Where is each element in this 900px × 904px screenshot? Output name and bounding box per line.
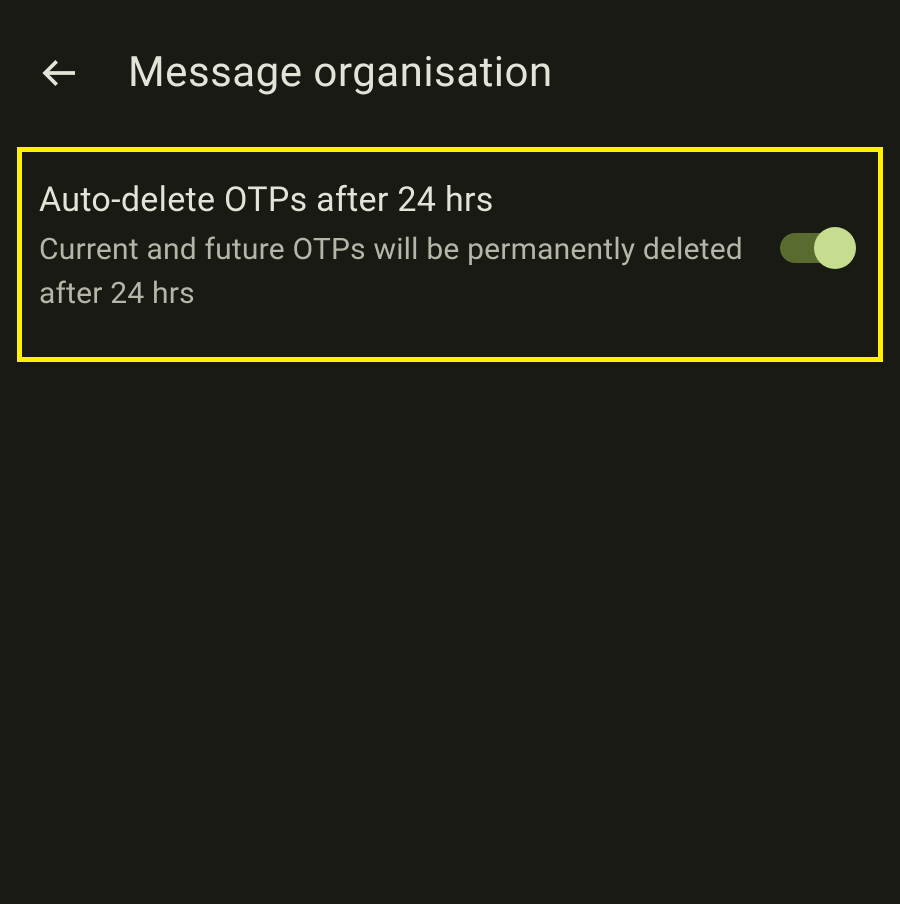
- setting-text: Auto-delete OTPs after 24 hrs Current an…: [39, 180, 780, 315]
- setting-description: Current and future OTPs will be permanen…: [39, 228, 760, 315]
- back-arrow-icon: [40, 53, 80, 93]
- setting-title: Auto-delete OTPs after 24 hrs: [39, 180, 760, 220]
- toggle-thumb: [814, 227, 856, 269]
- toggle-auto-delete-otp[interactable]: [780, 232, 852, 264]
- back-button[interactable]: [40, 53, 80, 93]
- page-title: Message organisation: [128, 48, 553, 97]
- setting-auto-delete-otp[interactable]: Auto-delete OTPs after 24 hrs Current an…: [17, 147, 883, 362]
- header: Message organisation: [0, 0, 900, 137]
